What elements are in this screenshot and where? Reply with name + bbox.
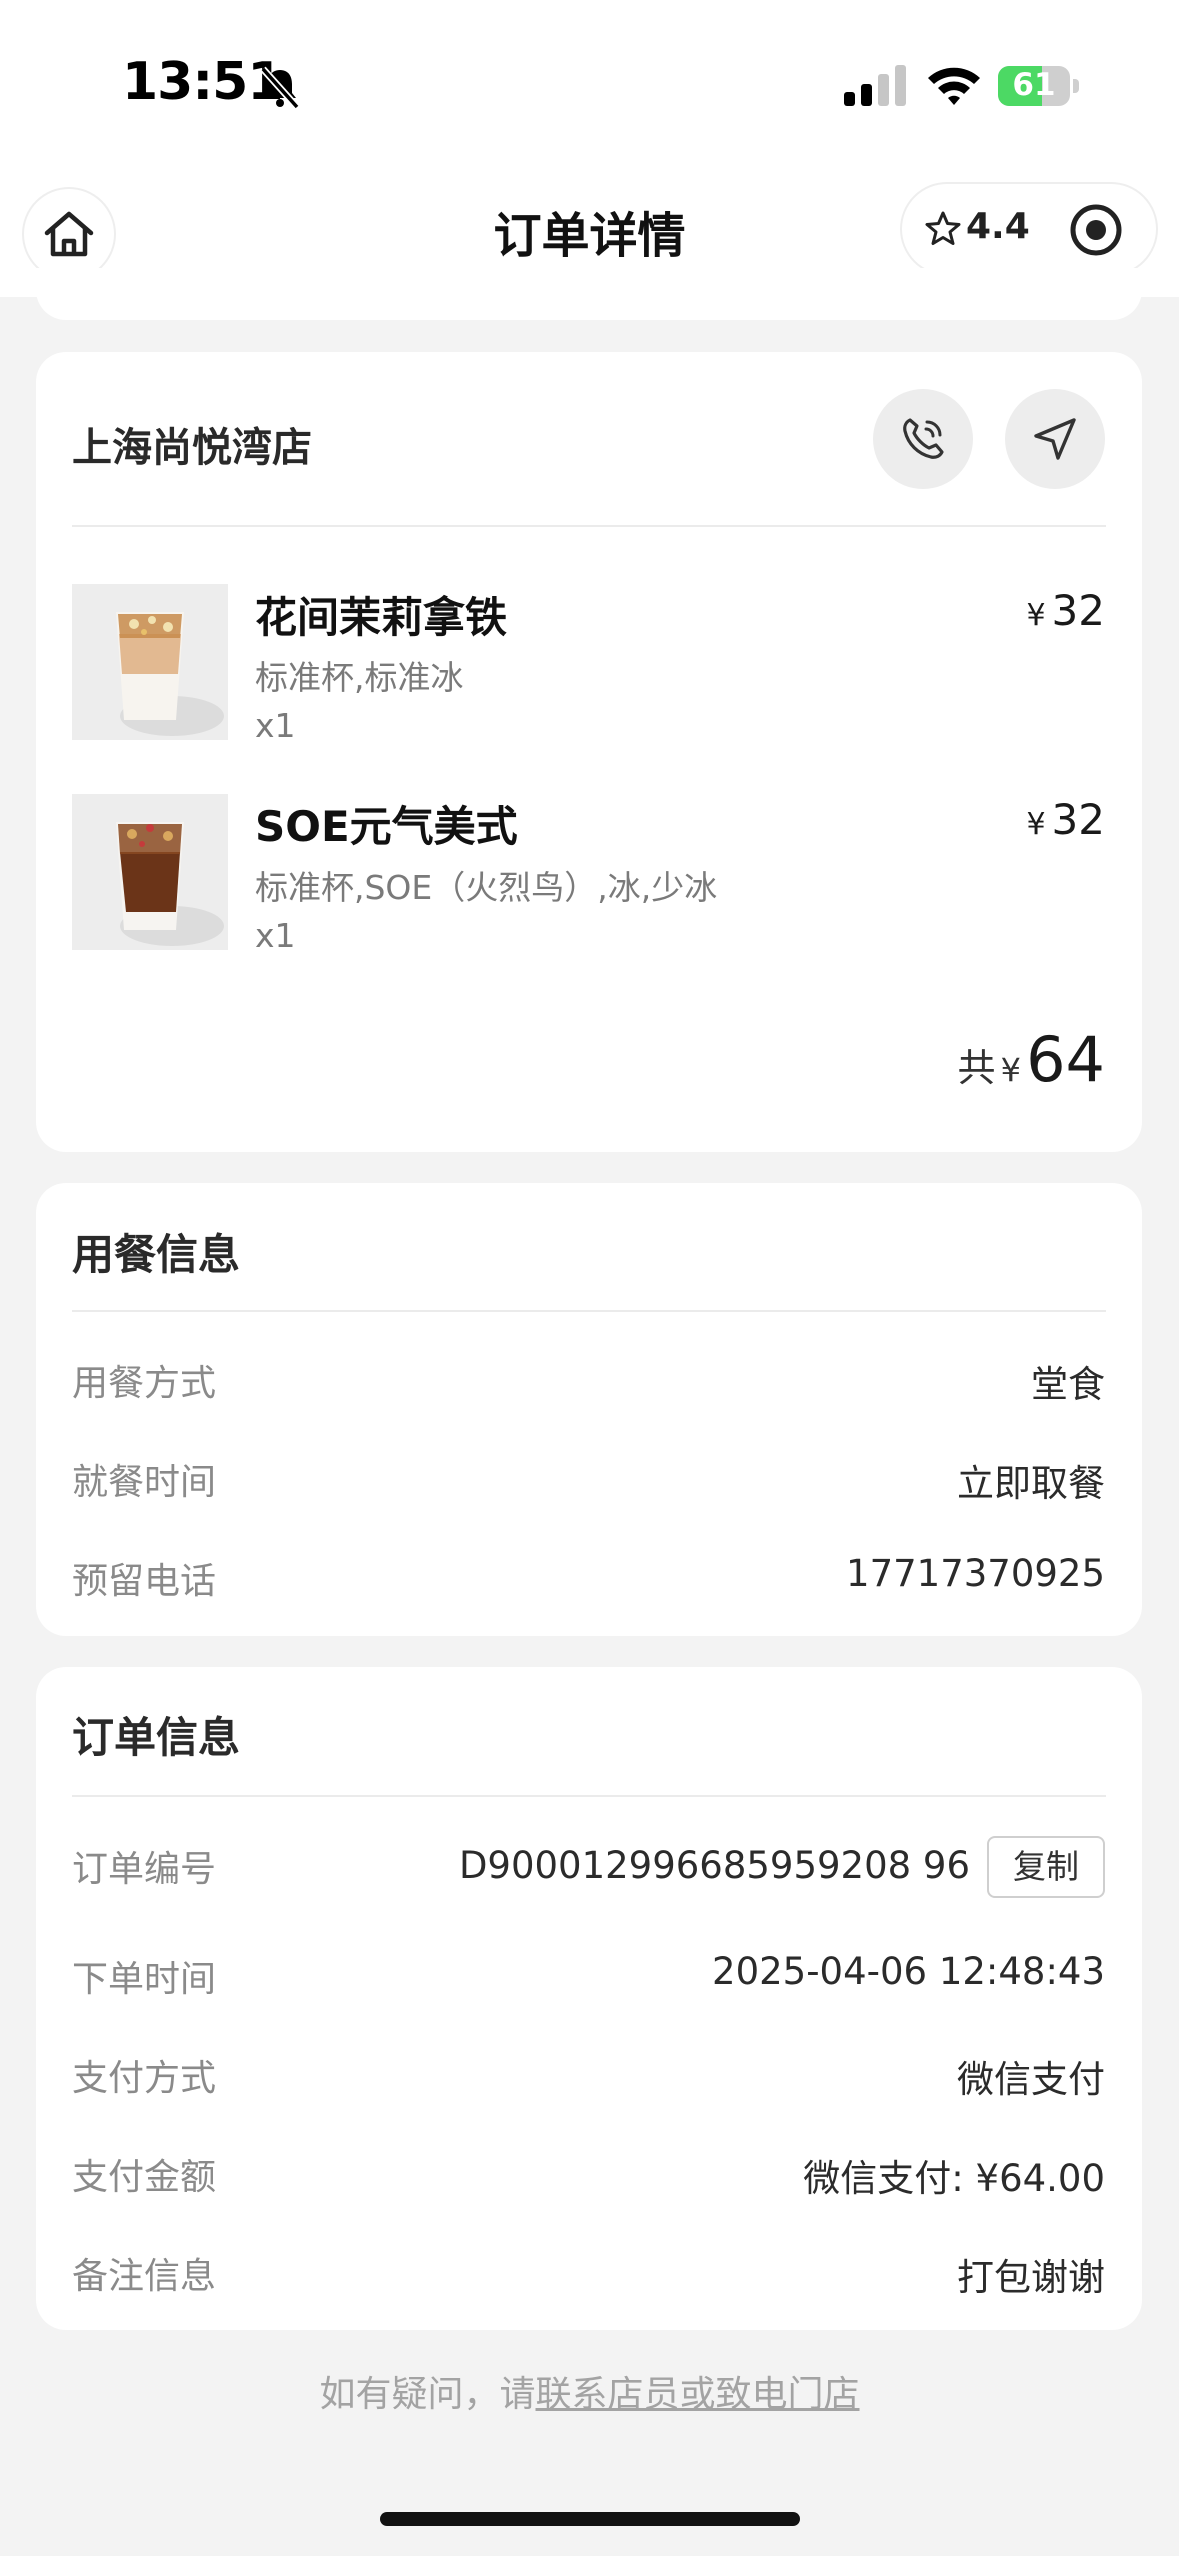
help-text: 如有疑问，请 [319, 2374, 536, 2415]
item-image [72, 794, 228, 950]
previous-card-edge [36, 268, 1142, 320]
store-name: 上海尚悦湾店 [72, 425, 312, 471]
store-divider [72, 525, 1106, 527]
info-value: 2025-04-06 12:48:43 [712, 1950, 1105, 1993]
info-label: 就餐时间 [72, 1462, 217, 1503]
info-label: 支付金额 [72, 2157, 217, 2198]
info-label: 订单编号 [72, 1849, 217, 1890]
home-icon [44, 211, 94, 257]
battery-percent: 61 [1012, 67, 1056, 103]
call-store-button[interactable] [873, 389, 973, 489]
total-currency: ¥ [1000, 1051, 1021, 1089]
latte-cup-image [72, 584, 228, 740]
total-label: 共 [957, 1046, 996, 1090]
item-price: ¥32 [1026, 795, 1105, 844]
mute-bell-icon [260, 66, 300, 110]
rating-value[interactable]: 4.4 [966, 206, 1030, 247]
item-price-value: 32 [1051, 586, 1105, 635]
battery-indicator: 61 [998, 66, 1080, 106]
help-footer: 如有疑问，请联系店员或致电门店 [0, 2365, 1179, 2417]
americano-cup-image [72, 794, 228, 950]
wifi-icon [928, 67, 980, 105]
item-price: ¥32 [1026, 586, 1105, 635]
record-target-icon[interactable] [1068, 202, 1124, 258]
info-label: 下单时间 [72, 1959, 217, 2000]
info-label: 备注信息 [72, 2256, 217, 2297]
navigation-arrow-icon [1034, 418, 1076, 460]
currency-symbol: ¥ [1026, 598, 1046, 633]
section-divider [72, 1310, 1106, 1312]
total-value: 64 [1026, 1023, 1105, 1096]
item-image [72, 584, 228, 740]
navigate-store-button[interactable] [1005, 389, 1105, 489]
item-quantity: x1 [255, 706, 296, 745]
status-bar: 13:51 61 [0, 0, 1179, 175]
info-value: 微信支付 [957, 2058, 1105, 2101]
phone-icon [903, 418, 944, 459]
copy-order-number-button[interactable]: 复制 [987, 1836, 1105, 1898]
contact-store-link[interactable]: 联系店员或致电门店 [536, 2374, 860, 2415]
order-total: 共 ¥ 64 [958, 1023, 1105, 1096]
home-indicator [380, 2512, 800, 2526]
info-value: 堂食 [1031, 1363, 1105, 1406]
section-title: 订单信息 [72, 1713, 241, 1762]
item-spec: 标准杯,标准冰 [255, 658, 464, 697]
item-quantity: x1 [255, 916, 296, 955]
home-button[interactable] [22, 187, 116, 281]
currency-symbol: ¥ [1026, 807, 1046, 842]
section-divider [72, 1795, 1106, 1797]
battery-cap [1073, 79, 1079, 93]
info-value: 立即取餐 [957, 1462, 1105, 1505]
item-name: 花间茉莉拿铁 [255, 593, 508, 642]
info-label: 支付方式 [72, 2058, 217, 2099]
miniprogram-capsule: 4.4 [900, 182, 1158, 276]
info-value: 17717370925 [846, 1552, 1105, 1595]
item-price-value: 32 [1051, 795, 1105, 844]
battery-body: 61 [998, 66, 1070, 106]
info-label: 用餐方式 [72, 1363, 217, 1404]
item-name: SOE元气美式 [255, 802, 518, 851]
cellular-signal-icon [844, 65, 906, 106]
section-title: 用餐信息 [72, 1230, 241, 1279]
info-value: 微信支付: ¥64.00 [803, 2157, 1105, 2200]
item-spec: 标准杯,SOE（火烈鸟）,冰,少冰 [255, 868, 718, 907]
order-number: D900012996685959208 96 [458, 1844, 970, 1887]
info-value: 打包谢谢 [957, 2256, 1105, 2299]
info-label: 预留电话 [72, 1561, 217, 1602]
star-icon[interactable] [924, 210, 962, 248]
